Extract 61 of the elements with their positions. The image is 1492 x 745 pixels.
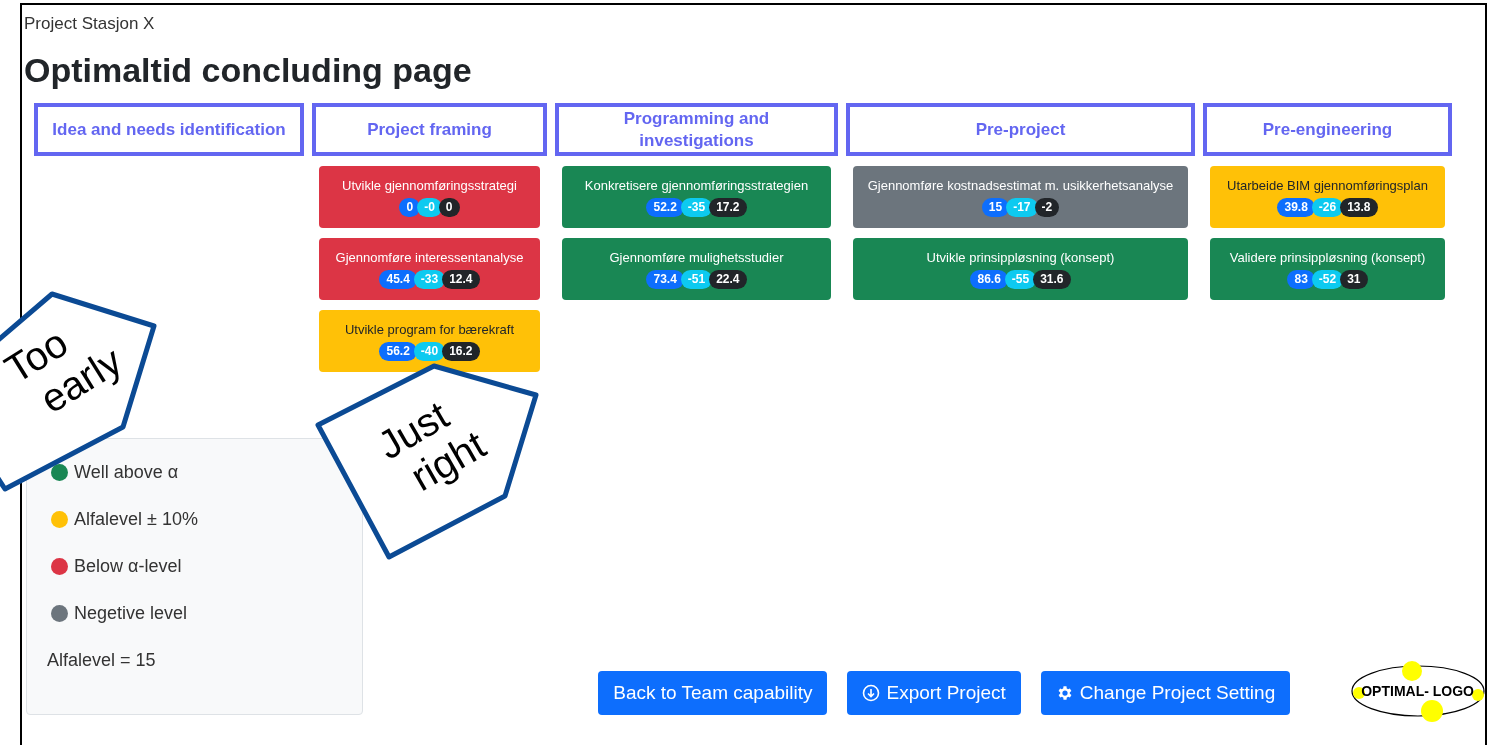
task-card[interactable]: Konkretisere gjennomføringsstrategien 52.2 -35 17.2 xyxy=(562,166,831,228)
value-pill: 31 xyxy=(1340,269,1368,289)
value-pill: -52 xyxy=(1311,269,1344,289)
task-label: Konkretisere gjennomføringsstrategien xyxy=(584,177,809,194)
value-pill: 56.2 xyxy=(379,341,417,361)
value-pill: -40 xyxy=(413,341,446,361)
value-pill: 17.2 xyxy=(709,197,747,217)
download-icon xyxy=(862,684,881,702)
value-pill: 31.6 xyxy=(1033,269,1071,289)
value-pill: 16.2 xyxy=(442,341,480,361)
phase-header: Idea and needs identification xyxy=(34,103,304,156)
task-label: Utarbeide BIM gjennomføringsplan xyxy=(1227,177,1428,194)
value-pill: 22.4 xyxy=(709,269,747,289)
task-card[interactable]: Gjennomføre mulighetsstudier 73.4 -51 22.4 xyxy=(562,238,831,300)
action-button[interactable]: Change Project Setting xyxy=(1040,671,1291,715)
value-pill: -2 xyxy=(1034,197,1060,217)
task-card[interactable]: Gjennomføre interessentanalyse 45.4 -33 12.4 xyxy=(319,238,540,300)
value-pill: -17 xyxy=(1006,197,1038,217)
task-card[interactable]: Validere prinsippløsning (konsept) 83 -52 31 xyxy=(1210,238,1445,300)
value-pill: 45.4 xyxy=(379,269,417,289)
phase-header: Pre-engineering xyxy=(1203,103,1452,156)
task-label: Utvikle program for bærekraft xyxy=(344,321,515,338)
legend-label: Alfalevel ± 10% xyxy=(74,508,198,530)
value-pill: 0 xyxy=(399,197,421,217)
task-label: Utvikle gjennomføringsstrategi xyxy=(342,177,517,194)
legend-label: Negetive level xyxy=(74,602,188,624)
value-pill: -51 xyxy=(680,269,713,289)
task-card[interactable]: Utvikle program for bærekraft 56.2 -40 16.2 xyxy=(319,310,540,372)
action-button[interactable]: Back to Team capability xyxy=(598,671,828,715)
task-label: Utvikle prinsippløsning (konsept) xyxy=(926,249,1115,266)
task-label: Gjennomføre mulighetsstudier xyxy=(609,249,784,266)
value-pill: -33 xyxy=(413,269,446,289)
task-card[interactable]: Gjennomføre kostnadsestimat m. usikkerhetsanalyse 15 -17 -2 xyxy=(853,166,1188,228)
value-pill: -0 xyxy=(417,197,442,217)
value-pill: -55 xyxy=(1004,269,1037,289)
task-card[interactable]: Utvikle prinsippløsning (konsept) 86.6 -55 31.6 xyxy=(853,238,1188,300)
alfa-level-note: Alfalevel = 15 xyxy=(47,649,156,671)
task-label: Gjennomføre interessentanalyse xyxy=(335,249,524,266)
legend-label: Below α-level xyxy=(74,555,182,577)
value-pill: 86.6 xyxy=(970,269,1008,289)
task-label: Gjennomføre kostnadsestimat m. usikkerhetsanalyse xyxy=(867,177,1174,194)
page-title: Optimaltid concluding page xyxy=(24,50,472,91)
value-pill: -26 xyxy=(1311,197,1344,217)
action-button[interactable]: Export Project xyxy=(847,671,1021,715)
value-pill: 12.4 xyxy=(442,269,480,289)
legend-label: Well above α xyxy=(74,461,179,483)
value-pill: 52.2 xyxy=(646,197,684,217)
task-label: Validere prinsippløsning (konsept) xyxy=(1229,249,1426,266)
value-pill: -35 xyxy=(680,197,713,217)
value-pill: 83 xyxy=(1287,269,1315,289)
task-card[interactable]: Utvikle gjennomføringsstrategi 0 -0 0 xyxy=(319,166,540,228)
value-pill: 0 xyxy=(438,197,460,217)
value-pill: 73.4 xyxy=(646,269,684,289)
value-pill: 13.8 xyxy=(1340,197,1378,217)
phase-header: Programming and investigations xyxy=(555,103,838,156)
value-pill: 39.8 xyxy=(1277,197,1315,217)
phase-header: Pre-project xyxy=(846,103,1195,156)
value-pill: 15 xyxy=(981,197,1010,217)
phase-header: Project framing xyxy=(312,103,547,156)
task-card[interactable]: Utarbeide BIM gjennomføringsplan 39.8 -26 13.8 xyxy=(1210,166,1445,228)
project-name: Project Stasjon X xyxy=(24,13,155,35)
